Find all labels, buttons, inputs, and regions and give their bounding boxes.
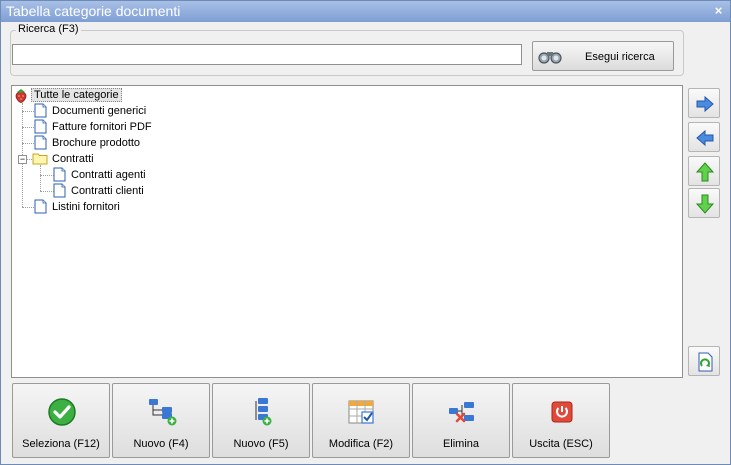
delete-node-icon — [449, 402, 474, 423]
exit-button-label: Uscita (ESC) — [529, 438, 593, 450]
delete-button-label: Elimina — [442, 438, 480, 450]
new-f4-button[interactable]: Nuovo (F4) — [112, 383, 210, 458]
arrow-down-icon — [695, 194, 715, 214]
arrow-up-icon — [695, 162, 715, 182]
tree-item-label: Listini fornitori — [52, 201, 120, 213]
select-button[interactable]: Seleziona (F12) — [12, 383, 110, 458]
arrow-right-icon — [696, 95, 714, 113]
tree-connector — [40, 175, 54, 176]
check-icon — [48, 398, 76, 426]
binoculars-icon — [538, 52, 562, 64]
tree-item-fatture-fornitori[interactable]: Fatture fornitori PDF — [50, 119, 154, 135]
search-button-label: Esegui ricerca — [585, 51, 655, 63]
exit-button[interactable]: Uscita (ESC) — [512, 383, 610, 458]
move-down-button[interactable] — [688, 188, 720, 218]
edit-button-label: Modifica (F2) — [328, 438, 394, 450]
new-f5-button[interactable]: Nuovo (F5) — [212, 383, 310, 458]
tree-item-root[interactable]: Tutte le categorie — [31, 87, 122, 103]
move-up-button[interactable] — [688, 156, 720, 186]
document-icon — [53, 183, 66, 198]
document-icon — [34, 119, 47, 134]
arrow-left-icon — [696, 129, 714, 147]
dialog-window: Tabella categorie documenti × Ricerca (F… — [0, 0, 731, 465]
tree-item-label: Brochure prodotto — [52, 137, 141, 149]
window-title: Tabella categorie documenti — [6, 3, 181, 19]
tree-item-label: Tutte le categorie — [31, 88, 122, 102]
add-sibling-node-icon — [255, 398, 272, 426]
document-icon — [53, 167, 66, 182]
document-icon — [34, 103, 47, 118]
tree-item-label: Contratti agenti — [71, 169, 146, 181]
new-f5-button-label: Nuovo (F5) — [233, 438, 289, 450]
add-child-node-icon — [149, 399, 177, 426]
tree-item-label: Fatture fornitori PDF — [52, 121, 152, 133]
move-left-button[interactable] — [688, 122, 720, 152]
delete-button[interactable]: Elimina — [412, 383, 510, 458]
search-group-label: Ricerca (F3) — [16, 23, 81, 35]
category-tree[interactable]: Tutte le categorie Documenti generici Fa… — [11, 85, 683, 378]
tree-item-brochure-prodotto[interactable]: Brochure prodotto — [50, 135, 142, 151]
strawberry-icon — [15, 89, 27, 103]
edit-button[interactable]: Modifica (F2) — [312, 383, 410, 458]
folder-icon — [32, 153, 48, 165]
tree-item-label: Documenti generici — [52, 105, 147, 117]
close-button[interactable]: × — [711, 4, 726, 19]
document-icon — [34, 135, 47, 150]
tree-item-label: Contratti — [52, 153, 94, 165]
select-button-label: Seleziona (F12) — [22, 438, 100, 450]
tree-item-contratti-clienti[interactable]: Contratti clienti — [69, 183, 146, 199]
document-icon — [34, 199, 47, 214]
tree-connector — [40, 165, 41, 191]
tree-item-documenti-generici[interactable]: Documenti generici — [50, 103, 148, 119]
tree-item-contratti-agenti[interactable]: Contratti agenti — [69, 167, 148, 183]
search-input[interactable] — [12, 44, 522, 65]
tree-expander[interactable]: − — [18, 155, 27, 164]
tree-item-listini-fornitori[interactable]: Listini fornitori — [50, 199, 122, 215]
tree-item-label: Contratti clienti — [71, 185, 144, 197]
refresh-document-icon — [698, 352, 713, 372]
title-bar[interactable]: Tabella categorie documenti × — [1, 1, 730, 22]
new-f4-button-label: Nuovo (F4) — [133, 438, 189, 450]
edit-grid-icon — [348, 400, 374, 424]
power-icon — [551, 401, 573, 423]
tree-connector — [40, 191, 54, 192]
move-right-button[interactable] — [688, 88, 720, 118]
tree-item-contratti[interactable]: Contratti — [50, 151, 96, 167]
search-button[interactable]: Esegui ricerca — [532, 41, 674, 71]
refresh-button[interactable] — [688, 346, 720, 376]
